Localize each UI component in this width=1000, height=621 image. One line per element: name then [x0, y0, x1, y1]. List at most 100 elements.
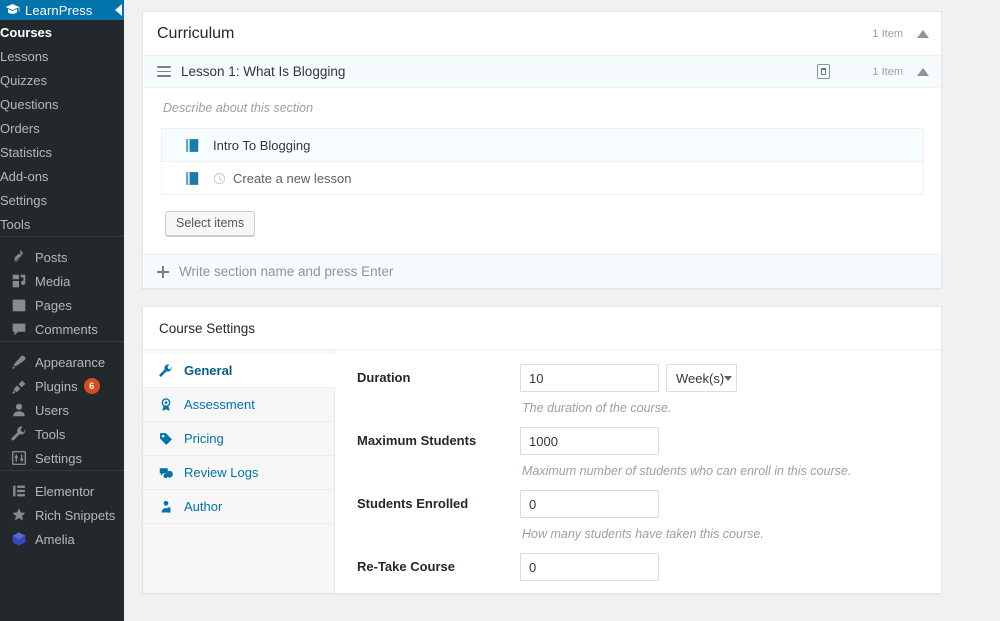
duration-unit-select[interactable]: Week(s) — [666, 364, 737, 392]
sidebar-item-label: Elementor — [35, 483, 95, 499]
lesson-item-label[interactable]: Create a new lesson — [233, 171, 352, 186]
sidebar-item-lessons[interactable]: Lessons — [0, 44, 124, 68]
menu-divider-3 — [0, 470, 124, 479]
amelia-cube-icon — [9, 529, 29, 549]
sidebar-item-comments[interactable]: Comments — [0, 317, 124, 341]
sidebar-item-rich-snippets[interactable]: Rich Snippets — [0, 503, 124, 527]
select-items-button[interactable]: Select items — [165, 211, 256, 236]
sidebar-item-media[interactable]: Media — [0, 269, 124, 293]
course-settings-body: General Assessment Pricing Review Logs Autho… — [143, 350, 941, 593]
sidebar-item-tools[interactable]: Tools — [0, 212, 124, 236]
sidebar-item-label: Statistics — [0, 144, 53, 160]
star-icon — [9, 505, 29, 525]
field-row: Maximum Students Maximum number of studen… — [335, 427, 941, 478]
lesson-item-row[interactable]: Create a new lesson — [162, 162, 923, 195]
duration-unit-value: Week(s) — [676, 370, 725, 386]
section-item-count: 1 Item — [872, 65, 903, 78]
sidebar-item-label: Comments — [35, 321, 98, 337]
caret-up-icon[interactable] — [917, 67, 929, 76]
award-icon — [158, 397, 174, 413]
chevron-down-icon — [724, 375, 733, 381]
field-row: Students Enrolled How many students have … — [335, 490, 941, 541]
remove-section-icon[interactable] — [817, 64, 831, 79]
sidebar-item-label: Add-ons — [0, 168, 49, 184]
students-enrolled-input[interactable] — [520, 490, 659, 518]
section-description-input[interactable]: Describe about this section — [161, 99, 927, 128]
learnpress-brand-header[interactable]: LearnPress — [0, 0, 124, 20]
field-inline — [520, 490, 941, 518]
sidebar-item-amelia[interactable]: Amelia — [0, 527, 124, 551]
tab-general[interactable]: General — [143, 354, 335, 388]
sidebar-item-users[interactable]: Users — [0, 398, 124, 422]
sidebar-item-orders[interactable]: Orders — [0, 116, 124, 140]
sidebar-item-settings[interactable]: Settings — [0, 446, 124, 470]
drag-handle-icon[interactable] — [157, 66, 171, 77]
wp-admin-menu: Appearance Plugins 6 Users Tools Settings — [0, 350, 124, 470]
tab-label: Assessment — [184, 397, 255, 412]
user-icon — [9, 400, 29, 420]
caret-up-icon[interactable] — [917, 29, 929, 38]
page-icon — [9, 295, 29, 315]
sidebar-item-tools[interactable]: Tools — [0, 422, 124, 446]
lesson-book-icon — [186, 171, 200, 186]
sidebar-item-quizzes[interactable]: Quizzes — [0, 68, 124, 92]
new-section-input-row[interactable]: Write section name and press Enter — [143, 254, 941, 288]
sidebar-item-label: Appearance — [35, 354, 106, 370]
collapse-left-arrow-icon[interactable] — [115, 4, 122, 16]
sidebar-item-statistics[interactable]: Statistics — [0, 140, 124, 164]
field-description: Maximum number of students who can enrol… — [522, 464, 852, 478]
sidebar-item-label: Settings — [0, 192, 47, 208]
curriculum-item-count: 1 Item — [872, 27, 903, 40]
sidebar-item-label: Quizzes — [0, 72, 47, 88]
section-header-row[interactable]: Lesson 1: What Is Blogging 1 Item — [143, 56, 941, 88]
sidebar-item-elementor[interactable]: Elementor — [0, 479, 124, 503]
select-items-wrap: Select items — [161, 195, 927, 254]
sidebar-item-label: Media — [35, 273, 71, 289]
sidebar-item-label: Orders — [0, 120, 40, 136]
sidebar-item-settings[interactable]: Settings — [0, 188, 124, 212]
tag-icon — [158, 431, 174, 447]
re-take-course-input[interactable] — [520, 553, 659, 581]
sidebar-item-label: Tools — [0, 216, 31, 232]
menu-divider-2 — [0, 341, 124, 350]
sidebar-item-posts[interactable]: Posts — [0, 245, 124, 269]
maximum-students-input[interactable] — [520, 427, 659, 455]
sidebar-item-courses[interactable]: Courses — [0, 20, 124, 44]
duration-input[interactable] — [520, 364, 659, 392]
comment-icon — [9, 319, 29, 339]
plus-icon — [157, 265, 169, 278]
sidebar-item-questions[interactable]: Questions — [0, 92, 124, 116]
course-settings-header: Course Settings — [143, 307, 941, 350]
tab-assessment[interactable]: Assessment — [143, 388, 334, 422]
field-row: Duration Week(s) The duration of the cours… — [335, 364, 941, 415]
field-inline — [520, 427, 941, 455]
wp-content-menu: Posts Media Pages Comments — [0, 245, 124, 341]
sidebar-item-label: Courses — [0, 24, 53, 40]
section-body: Describe about this section Intro To Blo… — [143, 88, 941, 254]
sidebar-item-plugins[interactable]: Plugins 6 — [0, 374, 124, 398]
wrench-icon — [158, 363, 174, 379]
field-description: How many students have taken this course… — [522, 527, 764, 541]
sidebar-item-add-ons[interactable]: Add-ons — [0, 164, 124, 188]
lesson-item-row[interactable]: Intro To Blogging — [162, 129, 923, 162]
tab-pricing[interactable]: Pricing — [143, 422, 334, 456]
field-label: Re-Take Course — [357, 559, 456, 574]
sidebar-item-label: Pages — [35, 297, 72, 313]
admin-sidebar: LearnPress Courses Lessons Quizzes Question… — [0, 0, 124, 621]
lesson-item-label[interactable]: Intro To Blogging — [213, 138, 310, 153]
settings-fields: Duration Week(s) The duration of the cours… — [335, 350, 941, 593]
sidebar-item-appearance[interactable]: Appearance — [0, 350, 124, 374]
tab-label: Review Logs — [184, 465, 259, 480]
sidebar-item-pages[interactable]: Pages — [0, 293, 124, 317]
tab-review-logs[interactable]: Review Logs — [143, 456, 334, 490]
tab-label: General — [184, 363, 233, 378]
lesson-book-icon — [186, 138, 200, 153]
page-title: Curriculum — [157, 24, 235, 42]
tab-author[interactable]: Author — [143, 490, 334, 524]
main-content: Curriculum 1 Item Lesson 1: What Is Blog… — [124, 0, 1000, 621]
learnpress-brand-label: LearnPress — [25, 2, 93, 18]
sidebar-item-label: Tools — [35, 426, 66, 442]
sidebar-item-label: Posts — [35, 249, 68, 265]
section-title[interactable]: Lesson 1: What Is Blogging — [181, 64, 817, 79]
learnpress-submenu: Courses Lessons Quizzes Questions Orders Stat… — [0, 20, 124, 236]
